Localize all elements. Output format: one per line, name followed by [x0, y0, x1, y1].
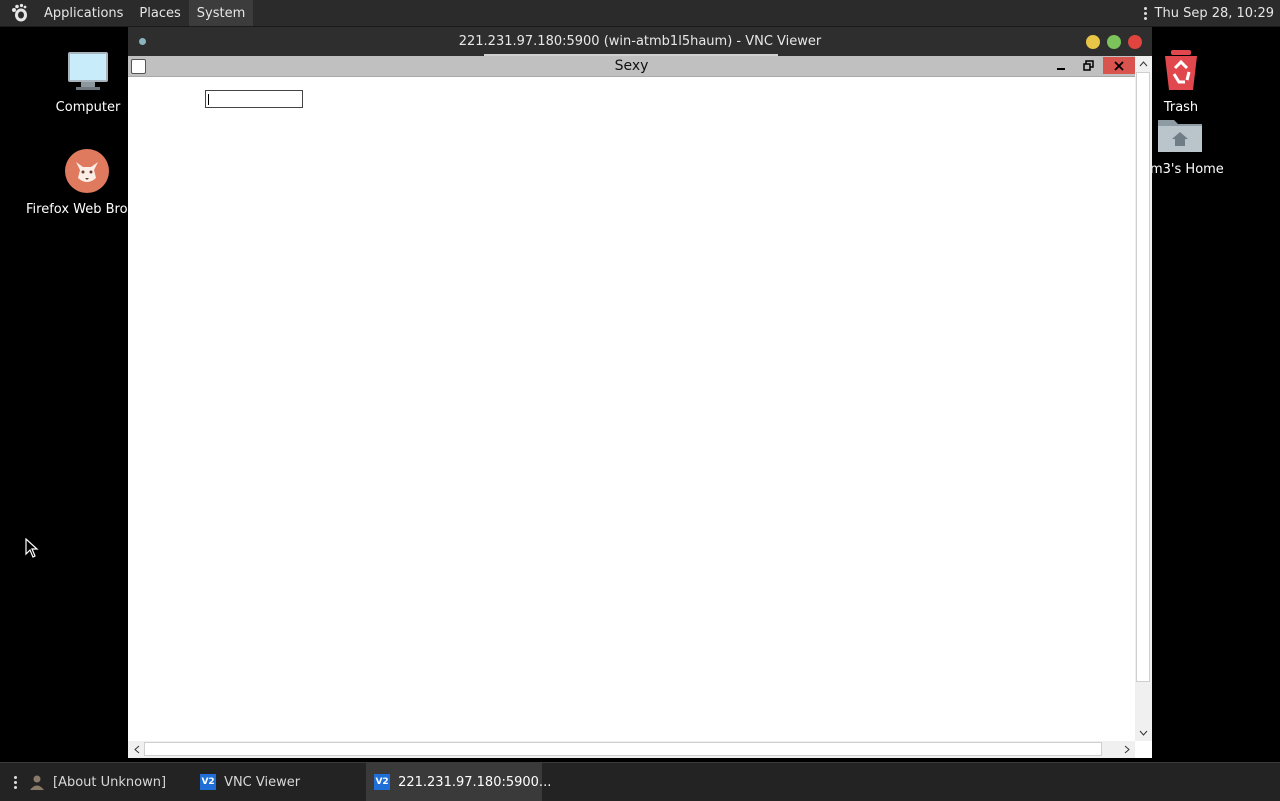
taskbar-menu-icon[interactable]: [14, 775, 17, 789]
remote-desktop-area[interactable]: [128, 77, 1135, 741]
user-icon: [29, 774, 45, 790]
task-vnc-viewer[interactable]: V2 VNC Viewer: [192, 763, 308, 801]
text-input-field[interactable]: [205, 90, 303, 108]
desktop-label-trash: Trash: [1163, 100, 1199, 115]
vnc-icon: V2: [374, 774, 391, 790]
desktop-label-firefox: Firefox Web Brow: [26, 202, 139, 217]
task-vnc-connection[interactable]: V2 221.231.97.180:5900...: [366, 763, 551, 801]
remote-minimize-button[interactable]: [1049, 57, 1073, 74]
top-right-area: Thu Sep 28, 10:29: [1143, 0, 1274, 26]
desktop-icon-computer[interactable]: Computer: [55, 48, 121, 115]
vertical-scrollbar[interactable]: [1135, 56, 1152, 741]
text-caret: [208, 94, 209, 105]
vnc-window-title: 221.231.97.180:5900 (win-atmb1l5haum) - …: [458, 34, 822, 49]
remote-window-title: Sexy: [614, 58, 649, 74]
horizontal-scrollbar[interactable]: [128, 741, 1135, 758]
desktop-label-computer: Computer: [55, 100, 121, 115]
horizontal-scroll-thumb[interactable]: [144, 742, 1102, 756]
top-panel: Applications Places System Thu Sep 28, 1…: [0, 0, 1280, 27]
restore-icon: [1082, 60, 1094, 71]
mouse-cursor-icon: [25, 537, 39, 562]
close-icon: [1114, 60, 1124, 71]
vnc-icon: V2: [200, 774, 217, 790]
clock[interactable]: Thu Sep 28, 10:29: [1155, 6, 1274, 21]
applications-menu[interactable]: Applications: [36, 0, 131, 26]
scroll-left-icon[interactable]: [129, 742, 144, 756]
system-menu[interactable]: System: [188, 0, 254, 26]
task-label: VNC Viewer: [224, 774, 301, 790]
gnome-foot-icon[interactable]: [8, 2, 30, 24]
maximize-button[interactable]: [1107, 35, 1121, 49]
vertical-scroll-thumb[interactable]: [1136, 72, 1150, 682]
desktop-label-home: m3's Home: [1150, 162, 1224, 177]
window-menu-icon[interactable]: [139, 38, 146, 45]
vnc-titlebar[interactable]: 221.231.97.180:5900 (win-atmb1l5haum) - …: [128, 27, 1152, 56]
scroll-right-icon[interactable]: [1119, 742, 1134, 756]
desktop-icon-firefox[interactable]: Firefox Web Brow: [26, 148, 138, 217]
trash-icon: [1161, 48, 1201, 96]
scroll-down-icon[interactable]: [1136, 726, 1151, 740]
desktop-icon-trash[interactable]: Trash: [1156, 48, 1206, 115]
remote-window-titlebar[interactable]: Sexy: [128, 56, 1135, 77]
vnc-viewer-window: 221.231.97.180:5900 (win-atmb1l5haum) - …: [128, 27, 1152, 758]
home-folder-icon: [1156, 116, 1204, 158]
close-button[interactable]: [1128, 35, 1142, 49]
places-menu[interactable]: Places: [131, 0, 188, 26]
computer-icon: [66, 48, 110, 96]
task-label: 221.231.97.180:5900...: [398, 774, 552, 790]
task-about-unknown[interactable]: [About Unknown]: [21, 763, 174, 801]
bottom-taskbar: [About Unknown] V2 VNC Viewer V2 221.231…: [0, 762, 1280, 801]
remote-restore-button[interactable]: [1076, 57, 1100, 74]
minimize-button[interactable]: [1086, 35, 1100, 49]
scroll-up-icon[interactable]: [1136, 57, 1151, 71]
task-label: [About Unknown]: [53, 774, 167, 790]
desktop-icon-home[interactable]: m3's Home: [1150, 116, 1224, 177]
firefox-icon: [64, 148, 110, 198]
panel-menu-icon[interactable]: [1143, 6, 1147, 20]
remote-close-button[interactable]: [1103, 57, 1135, 74]
minimize-icon: [1057, 67, 1065, 70]
